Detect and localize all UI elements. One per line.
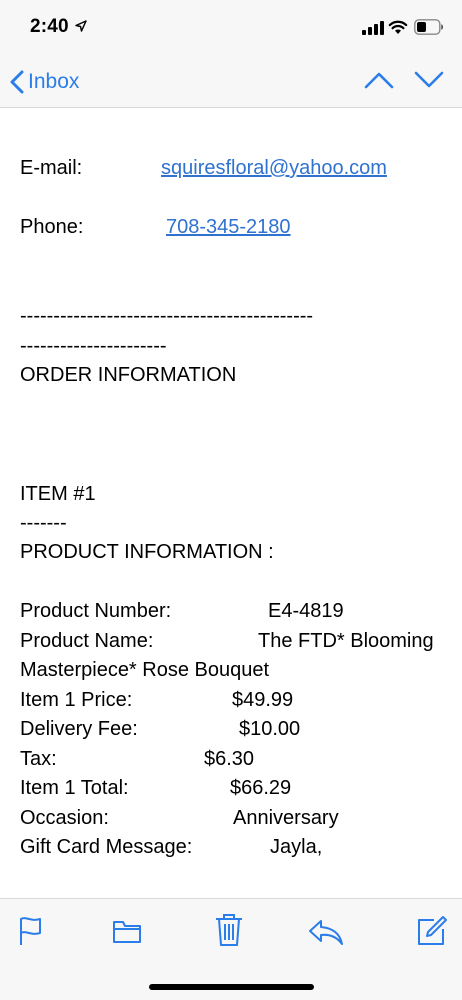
wifi-icon <box>388 20 408 34</box>
divider-line: ----------------------------------------… <box>20 305 314 327</box>
gift-message-label: Gift Card Message: <box>20 836 193 858</box>
product-name-value-continued: Masterpiece* Rose Bouquet <box>20 659 270 681</box>
tax-label: Tax: <box>20 748 57 770</box>
cellular-signal-icon <box>362 21 384 35</box>
flag-icon[interactable] <box>18 915 44 947</box>
occasion-value: Anniversary <box>233 807 339 829</box>
item-total-label: Item 1 Total: <box>20 777 129 799</box>
next-message-chevron-down-icon[interactable] <box>414 70 444 90</box>
product-name-label: Product Name: <box>20 630 154 652</box>
order-information-heading: ORDER INFORMATION <box>20 364 237 386</box>
phone-label: Phone: <box>20 216 84 238</box>
item-divider: ------- <box>20 512 67 534</box>
phone-link[interactable]: 708-345-2180 <box>166 215 291 239</box>
compose-icon[interactable] <box>416 915 448 947</box>
product-name-value: The FTD* Blooming <box>258 630 434 652</box>
nav-bar: Inbox <box>0 56 462 108</box>
divider-line: ---------------------- <box>20 335 167 357</box>
email-link[interactable]: squiresfloral@yahoo.com <box>161 156 387 180</box>
item-total-value: $66.29 <box>230 777 292 799</box>
location-arrow-icon <box>75 20 87 32</box>
status-bar: 2:40 <box>0 0 462 56</box>
trash-icon[interactable] <box>214 913 244 947</box>
email-body: E-mail: squiresfloral@yahoo.com Phone: 7… <box>0 108 462 898</box>
battery-icon <box>414 19 444 35</box>
reply-icon[interactable] <box>308 919 344 945</box>
occasion-label: Occasion: <box>20 807 109 829</box>
tax-value: $6.30 <box>204 748 255 770</box>
previous-message-chevron-up-icon[interactable] <box>364 70 394 90</box>
chevron-left-icon <box>10 70 24 94</box>
item-price-value: $49.99 <box>232 689 294 711</box>
status-time: 2:40 <box>30 16 69 37</box>
product-number-value: E4-4819 <box>268 600 344 622</box>
item-heading: ITEM #1 <box>20 483 96 505</box>
home-indicator[interactable] <box>149 984 314 990</box>
folder-icon[interactable] <box>112 919 142 945</box>
email-label: E-mail: <box>20 157 83 179</box>
product-information-heading: PRODUCT INFORMATION : <box>20 541 274 563</box>
delivery-fee-value: $10.00 <box>239 718 301 740</box>
back-label: Inbox <box>28 70 80 93</box>
delivery-fee-label: Delivery Fee: <box>20 718 138 740</box>
product-number-label: Product Number: <box>20 600 172 622</box>
back-to-inbox-button[interactable]: Inbox <box>10 67 79 97</box>
gift-message-value: Jayla, <box>270 836 323 858</box>
item-price-label: Item 1 Price: <box>20 689 133 711</box>
